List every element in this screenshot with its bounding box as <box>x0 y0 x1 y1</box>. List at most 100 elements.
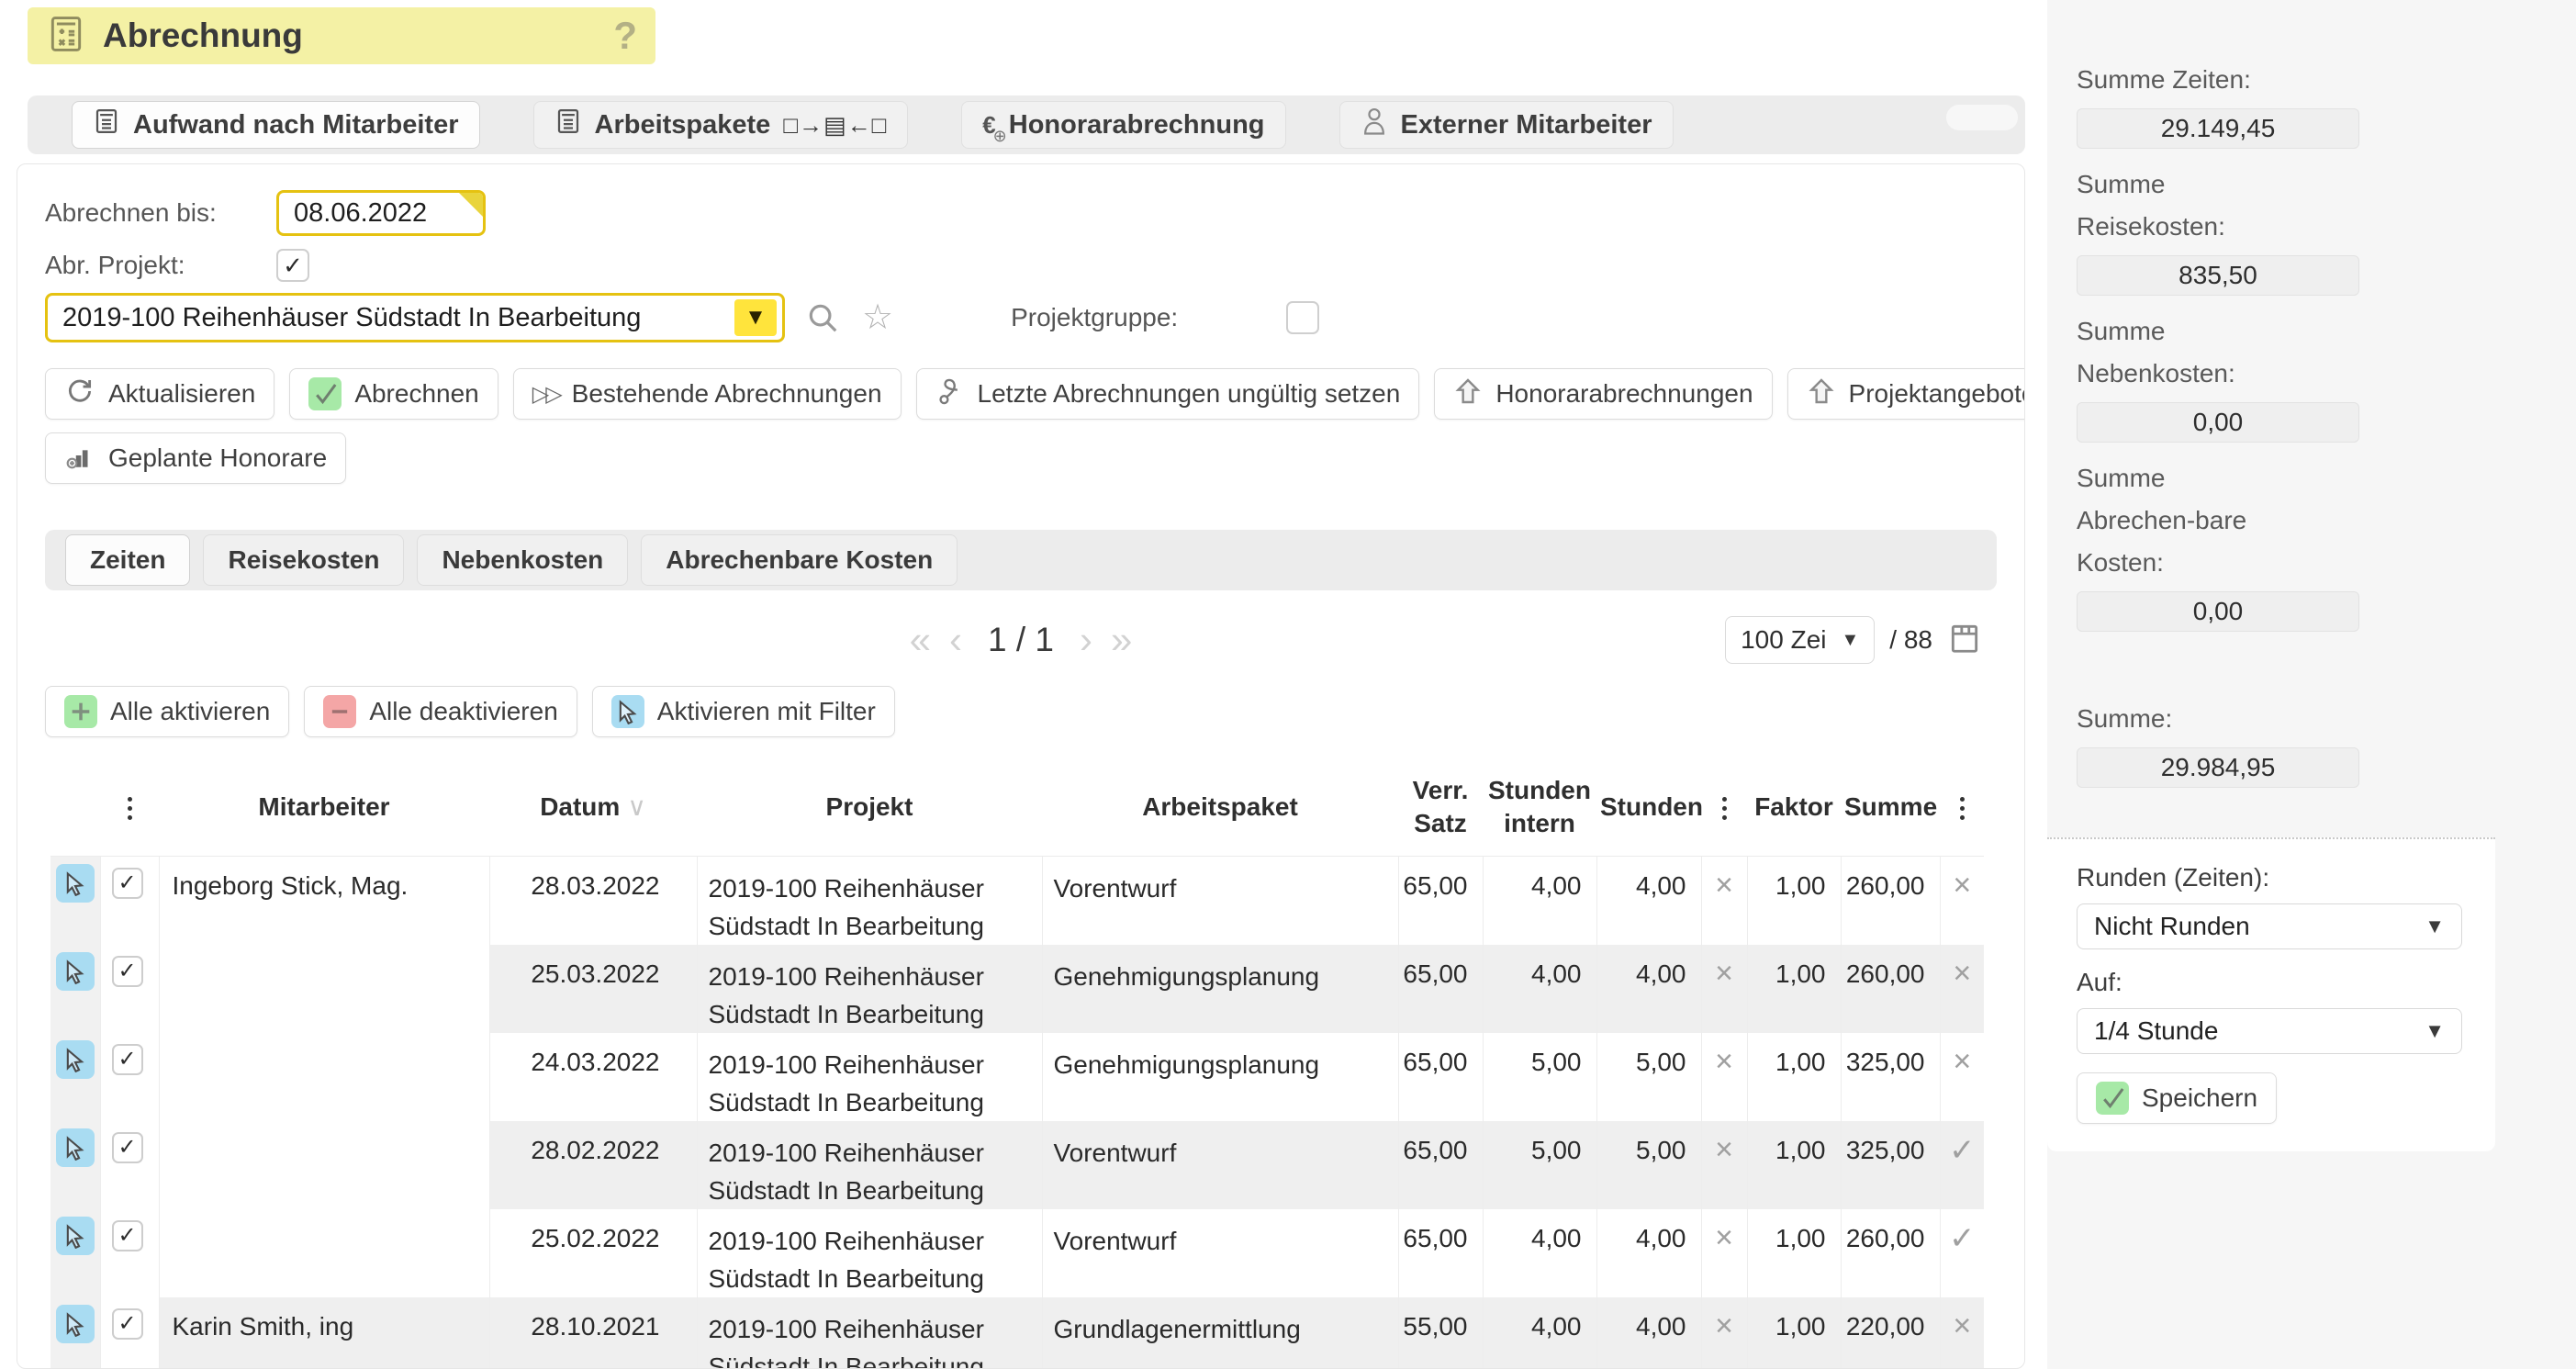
total-count: / 88 <box>1889 625 1932 655</box>
stunden-remove-icon[interactable]: × <box>1701 1121 1747 1209</box>
cell-datum: 25.03.2022 <box>489 945 697 1033</box>
cell-projekt: 2019-100 Reihenhäuser Südstadt In Bearbe… <box>697 856 1042 945</box>
calculator-icon <box>93 107 120 142</box>
favorite-star-icon[interactable]: ☆ <box>862 300 893 335</box>
stunden-remove-icon[interactable]: × <box>1701 856 1747 945</box>
cell-stunden: 4,00 <box>1596 856 1701 945</box>
cell-stunden: 4,00 <box>1596 1209 1701 1297</box>
sums-sidebar: Summe Zeiten: 29.149,45 Summe Reisekoste… <box>2047 0 2576 1369</box>
tab-zeiten[interactable]: Zeiten <box>65 534 190 586</box>
tab-abrechenbare-kosten[interactable]: Abrechenbare Kosten <box>641 534 958 586</box>
refresh-icon <box>64 376 95 413</box>
tab-externer-mitarbeiter[interactable]: Externer Mitarbeiter <box>1339 101 1674 149</box>
summe-remove-icon[interactable]: × <box>1940 856 1984 945</box>
play-forward-icon: ▷▷ <box>532 381 559 408</box>
runden-label: Runden (Zeiten): <box>2077 863 2495 892</box>
column-menu-icon[interactable] <box>1960 797 1965 820</box>
help-icon[interactable]: ? <box>613 14 637 58</box>
aktivieren-mit-filter-button[interactable]: Aktivieren mit Filter <box>592 686 895 737</box>
row-select-cursor-icon[interactable] <box>56 1128 95 1167</box>
row-select-cursor-icon[interactable] <box>56 864 95 903</box>
row-select-cursor-icon[interactable] <box>56 1040 95 1079</box>
letzte-abrechnungen-ungueltig-button[interactable]: Letzte Abrechnungen ungültig setzen <box>916 368 1420 420</box>
auf-select[interactable]: 1/4 Stunde ▼ <box>2077 1008 2462 1054</box>
col-mitarbeiter[interactable]: Mitarbeiter <box>159 759 489 856</box>
row-checkbox[interactable]: ✓ <box>112 1044 143 1075</box>
cell-stunden: 5,00 <box>1596 1121 1701 1209</box>
stunden-remove-icon[interactable]: × <box>1701 945 1747 1033</box>
speichern-button[interactable]: Speichern <box>2077 1072 2277 1124</box>
first-page-icon[interactable]: « <box>910 621 931 659</box>
tab-aufwand-nach-mitarbeiter[interactable]: Aufwand nach Mitarbeiter <box>72 101 480 149</box>
summe-restore-icon[interactable]: ✓ <box>1940 1209 1984 1297</box>
cell-datum: 25.02.2022 <box>489 1209 697 1297</box>
row-checkbox[interactable]: ✓ <box>112 1220 143 1251</box>
summe-zeiten-label: Summe Zeiten: <box>2077 59 2279 101</box>
cell-verr-satz: 65,00 <box>1398 856 1483 945</box>
col-faktor[interactable]: Faktor <box>1747 759 1841 856</box>
page-header: Abrechnung ? <box>28 7 655 64</box>
tab-honorarabrechnung[interactable]: €⊕ Honorarabrechnung <box>961 101 1285 149</box>
table-row: ✓ Ingeborg Stick, Mag. 28.03.2022 2019-1… <box>50 856 1984 945</box>
stunden-remove-icon[interactable]: × <box>1701 1297 1747 1369</box>
abr-projekt-checkbox[interactable]: ✓ <box>276 249 309 282</box>
summe-remove-icon[interactable]: × <box>1940 1033 1984 1121</box>
row-checkbox[interactable]: ✓ <box>112 956 143 987</box>
col-projekt[interactable]: Projekt <box>697 759 1042 856</box>
row-select-cursor-icon[interactable] <box>56 1217 95 1255</box>
prev-page-icon[interactable]: ‹ <box>949 621 962 659</box>
column-menu-icon[interactable] <box>128 797 132 820</box>
runden-select[interactable]: Nicht Runden ▼ <box>2077 903 2462 949</box>
stunden-remove-icon[interactable]: × <box>1701 1209 1747 1297</box>
col-summe[interactable]: Summe <box>1841 759 1940 856</box>
col-arbeitspaket[interactable]: Arbeitspaket <box>1042 759 1398 856</box>
row-checkbox[interactable]: ✓ <box>112 868 143 899</box>
combo-dropdown-icon[interactable]: ▼ <box>734 299 777 336</box>
chevron-down-icon: ▼ <box>2425 915 2445 938</box>
table-grid-icon[interactable] <box>1947 621 1982 660</box>
summe-nebenkosten-label: Summe Nebenkosten: <box>2077 310 2279 395</box>
tab-nebenkosten[interactable]: Nebenkosten <box>417 534 628 586</box>
summe-remove-icon[interactable]: × <box>1940 945 1984 1033</box>
cell-datum: 28.03.2022 <box>489 856 697 945</box>
row-checkbox[interactable]: ✓ <box>112 1132 143 1163</box>
page-title: Abrechnung <box>103 17 303 55</box>
column-menu-icon[interactable] <box>1722 797 1727 820</box>
cost-tab-bar: Zeiten Reisekosten Nebenkosten Abrechenb… <box>45 530 1997 590</box>
row-select-cursor-icon[interactable] <box>56 952 95 991</box>
summe-restore-icon[interactable]: ✓ <box>1940 1121 1984 1209</box>
aktualisieren-button[interactable]: Aktualisieren <box>45 368 274 420</box>
alle-deaktivieren-button[interactable]: Alle deaktivieren <box>304 686 577 737</box>
projektgruppe-checkbox[interactable] <box>1286 301 1319 334</box>
main-tab-bar: Aufwand nach Mitarbeiter Arbeitspakete □… <box>28 95 2025 154</box>
bulk-actions: Alle aktivieren Alle deaktivieren Aktivi… <box>45 686 2024 737</box>
projektangebote-button[interactable]: Projektangebote <box>1787 368 2025 420</box>
col-datum[interactable]: Datum∨ <box>489 759 697 856</box>
page-size-select[interactable]: 100 Zei ▼ <box>1725 616 1875 664</box>
stunden-remove-icon[interactable]: × <box>1701 1033 1747 1121</box>
tab-scroll-pill[interactable] <box>1946 105 2018 130</box>
search-icon[interactable] <box>805 300 840 335</box>
abrechnen-bis-input[interactable]: 08.06.2022 <box>276 190 486 236</box>
next-page-icon[interactable]: › <box>1080 621 1092 659</box>
tab-arbeitspakete[interactable]: Arbeitspakete □→▤←□ <box>533 101 909 149</box>
cell-datum: 28.02.2022 <box>489 1121 697 1209</box>
cell-datum: 24.03.2022 <box>489 1033 697 1121</box>
row-checkbox[interactable]: ✓ <box>112 1308 143 1340</box>
honorarabrechnungen-button[interactable]: Honorarabrechnungen <box>1434 368 1772 420</box>
alle-aktivieren-button[interactable]: Alle aktivieren <box>45 686 289 737</box>
cell-stunden: 4,00 <box>1596 945 1701 1033</box>
cell-verr-satz: 65,00 <box>1398 1033 1483 1121</box>
col-stunden[interactable]: Stunden <box>1596 759 1701 856</box>
summe-remove-icon[interactable]: × <box>1940 1297 1984 1369</box>
bestehende-abrechnungen-button[interactable]: ▷▷ Bestehende Abrechnungen <box>513 368 902 420</box>
projekt-combobox[interactable]: 2019-100 Reihenhäuser Südstadt In Bearbe… <box>45 293 785 342</box>
geplante-honorare-button[interactable]: Geplante Honorare <box>45 432 346 484</box>
tab-reisekosten[interactable]: Reisekosten <box>203 534 404 586</box>
row-select-cursor-icon[interactable] <box>56 1305 95 1343</box>
col-stunden-intern[interactable]: Stunden intern <box>1483 759 1596 856</box>
abrechnen-button[interactable]: Abrechnen <box>289 368 498 420</box>
last-page-icon[interactable]: » <box>1111 621 1132 659</box>
cell-summe: 260,00 <box>1841 1209 1940 1297</box>
col-verr-satz[interactable]: Verr. Satz <box>1398 759 1483 856</box>
